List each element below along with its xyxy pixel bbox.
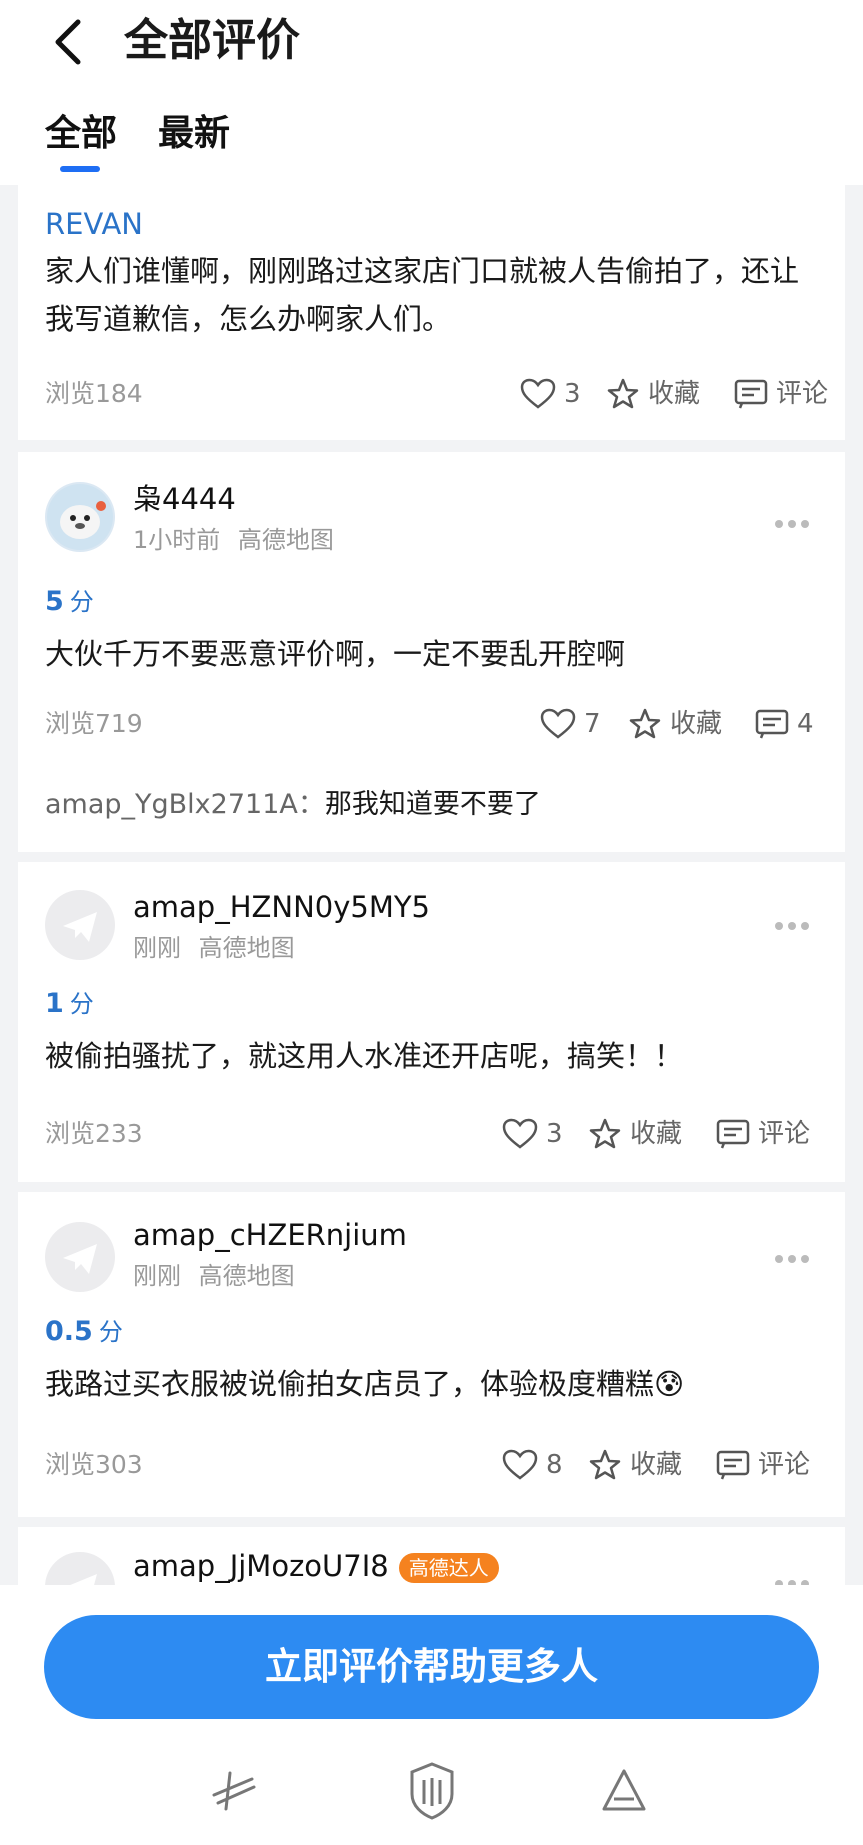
more-options-icon[interactable] — [767, 512, 817, 536]
like-count: 7 — [584, 709, 601, 739]
avatar[interactable] — [45, 890, 115, 960]
avatar[interactable] — [45, 482, 115, 552]
comment-count: 4 — [797, 709, 814, 739]
review-source: 高德地图 — [237, 526, 334, 554]
review-card: amap_HZNN0y5MY5 刚刚 高德地图 1分 被偷拍骚扰了，就这用人水准… — [18, 862, 845, 1182]
back-nav-icon[interactable] — [598, 1765, 650, 1817]
review-text: 大伙千万不要恶意评价啊，一定不要乱开腔啊 — [45, 637, 626, 671]
review-source: 高德地图 — [198, 1262, 295, 1290]
comment-icon — [755, 709, 789, 739]
review-card: 枭4444 1小时前 高德地图 5分 大伙千万不要恶意评价啊，一定不要乱开腔啊 … — [18, 452, 845, 852]
star-icon — [607, 378, 639, 409]
star-icon — [629, 708, 661, 739]
review-username[interactable]: amap_JjMozoU7I8 高德达人 — [133, 1547, 499, 1585]
star-icon — [589, 1449, 621, 1480]
review-source: 高德地图 — [198, 934, 295, 962]
heart-icon — [502, 1449, 538, 1480]
comment-icon — [734, 379, 768, 409]
more-options-icon[interactable] — [767, 914, 817, 938]
review-time: 刚刚 — [133, 934, 181, 962]
view-count: 浏览719 — [45, 709, 143, 738]
review-text: 被偷拍骚扰了，就这用人水准还开店呢，搞笑！！ — [45, 1039, 684, 1073]
view-count: 浏览233 — [45, 1119, 143, 1148]
review-time: 1小时前 — [133, 526, 221, 554]
favorite-button[interactable]: 收藏 — [628, 707, 722, 741]
tab-latest[interactable]: 最新 — [158, 110, 230, 158]
favorite-label: 收藏 — [630, 1450, 683, 1480]
review-card: REVAN 家人们谁懂啊，刚刚路过这家店门口就被人告偷拍了，还让我写道歉信，怎么… — [18, 185, 845, 440]
heart-icon — [502, 1118, 538, 1149]
comment-label: 评论 — [758, 1450, 811, 1480]
star-icon — [589, 1118, 621, 1149]
favorite-button[interactable]: 收藏 — [606, 377, 700, 411]
view-count: 浏览184 — [45, 379, 143, 408]
favorite-button[interactable]: 收藏 — [588, 1117, 682, 1151]
bottom-bar: 立即评价帮助更多人 — [0, 1585, 863, 1845]
more-options-icon[interactable] — [767, 1247, 817, 1271]
review-username[interactable]: amap_cHZERnjium — [133, 1216, 407, 1254]
like-button[interactable]: 7 — [540, 707, 601, 741]
review-meta: 刚刚 高德地图 — [133, 932, 295, 964]
score-unit: 分 — [69, 990, 94, 1018]
heart-icon — [540, 708, 576, 739]
comment-button[interactable]: 评论 — [716, 1448, 810, 1482]
review-score: 1分 — [45, 986, 94, 1022]
tab-all[interactable]: 全部 — [45, 110, 117, 158]
comment-label: 评论 — [776, 379, 829, 409]
review-text: 家人们谁懂啊，刚刚路过这家店门口就被人告偷拍了，还让我写道歉信，怎么办啊家人们。 — [45, 254, 800, 336]
page-title: 全部评价 — [124, 15, 300, 66]
favorite-label: 收藏 — [648, 379, 701, 409]
back-arrow-icon[interactable] — [40, 12, 100, 72]
review-time: 刚刚 — [133, 1262, 181, 1290]
score-value: 0.5 — [45, 1316, 93, 1347]
review-username[interactable]: 枭4444 — [133, 480, 236, 518]
like-count: 3 — [564, 379, 581, 409]
favorite-label: 收藏 — [670, 709, 723, 739]
avatar[interactable] — [45, 1222, 115, 1292]
score-value: 1 — [45, 988, 64, 1019]
score-unit: 分 — [98, 1318, 123, 1346]
active-tab-indicator — [60, 166, 100, 172]
home-icon[interactable] — [406, 1760, 458, 1820]
score-unit: 分 — [69, 588, 94, 616]
review-meta: 1小时前 高德地图 — [133, 524, 334, 556]
comment-button[interactable]: 评论 — [716, 1117, 810, 1151]
like-button[interactable]: 3 — [502, 1117, 563, 1151]
recent-apps-icon[interactable] — [208, 1765, 260, 1817]
heart-icon — [520, 378, 556, 409]
like-button[interactable]: 8 — [502, 1448, 563, 1482]
like-button[interactable]: 3 — [520, 377, 581, 411]
review-card: amap_cHZERnjium 刚刚 高德地图 0.5 分 我路过买衣服被说偷拍女… — [18, 1192, 845, 1517]
view-count: 浏览303 — [45, 1450, 143, 1479]
comment-label: 评论 — [758, 1119, 811, 1149]
review-username[interactable]: amap_HZNN0y5MY5 — [133, 888, 430, 926]
comment-icon — [716, 1119, 750, 1149]
header: 全部评价 全部 最新 — [0, 0, 863, 185]
like-count: 3 — [546, 1119, 563, 1149]
write-review-button[interactable]: 立即评价帮助更多人 — [44, 1615, 819, 1719]
review-text: 我路过买衣服被说偷拍女店员了，体验极度糟糕😰 — [45, 1367, 685, 1401]
review-score: 5分 — [45, 584, 94, 620]
review-meta: 刚刚 高德地图 — [133, 1260, 295, 1292]
favorite-button[interactable]: 收藏 — [588, 1448, 682, 1482]
comment-button[interactable]: 4 — [755, 707, 814, 741]
comment-icon — [716, 1450, 750, 1480]
favorite-label: 收藏 — [630, 1119, 683, 1149]
reply-text: 那我知道要不要了 — [324, 789, 541, 820]
like-count: 8 — [546, 1450, 563, 1480]
reply-comment[interactable]: amap_YgBlx2711A：那我知道要不要了 — [45, 787, 541, 823]
score-value: 5 — [45, 586, 64, 617]
username-text: amap_JjMozoU7I8 — [133, 1549, 389, 1583]
expert-badge: 高德达人 — [398, 1553, 499, 1583]
comment-button[interactable]: 评论 — [734, 377, 828, 411]
review-username[interactable]: REVAN — [45, 205, 143, 243]
review-score: 0.5 分 — [45, 1314, 123, 1350]
reply-username: amap_YgBlx2711A： — [45, 789, 325, 820]
